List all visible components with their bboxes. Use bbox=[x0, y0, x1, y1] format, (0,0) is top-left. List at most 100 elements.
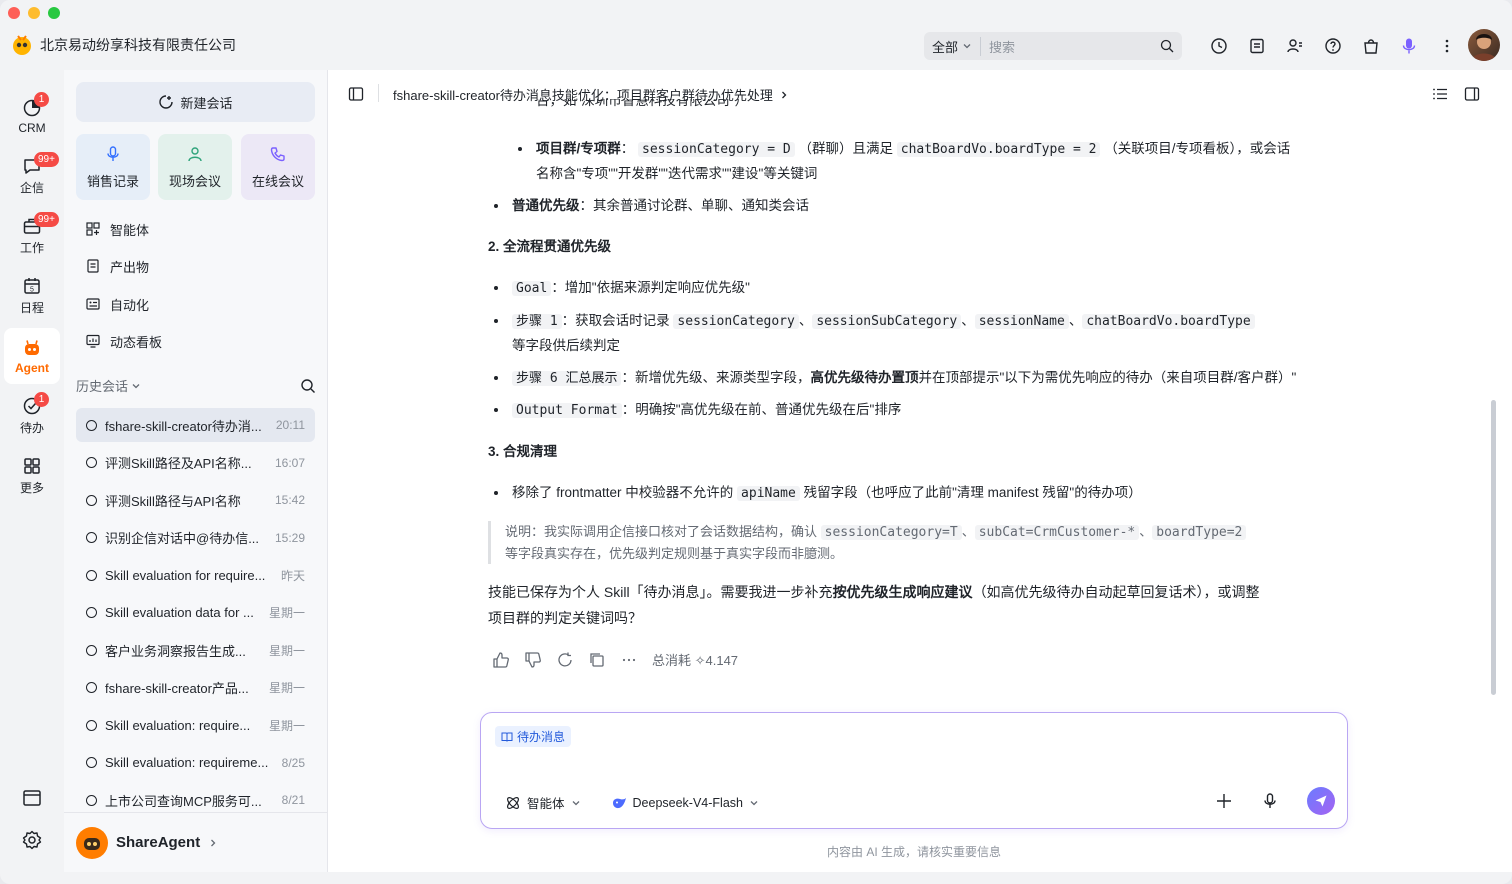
app-logo-icon bbox=[13, 35, 31, 55]
rail-more[interactable]: 更多 bbox=[4, 448, 60, 504]
content-scrollbar[interactable] bbox=[1491, 400, 1496, 695]
global-search[interactable]: 全部 搜索 bbox=[924, 32, 1182, 60]
contacts-icon[interactable] bbox=[1276, 32, 1314, 60]
regenerate-icon[interactable] bbox=[556, 651, 574, 669]
history-icon[interactable] bbox=[1200, 32, 1238, 60]
rail-messenger[interactable]: 企信 99+ bbox=[4, 148, 60, 204]
title-bar: 北京易动纷享科技有限责任公司 全部 搜索 bbox=[0, 0, 1512, 70]
zoom-window-button[interactable] bbox=[48, 7, 60, 19]
notes-icon[interactable] bbox=[1238, 32, 1276, 60]
new-chat-icon bbox=[159, 95, 174, 109]
close-window-button[interactable] bbox=[8, 7, 20, 19]
right-panel-icon[interactable] bbox=[1464, 86, 1480, 102]
chevron-down-icon bbox=[132, 383, 140, 388]
chat-main: fshare-skill-creator待办消息技能优化：项目群客户群待办优先处… bbox=[328, 70, 1512, 872]
history-item[interactable]: 客户业务洞察报告生成... 星期一 bbox=[76, 633, 315, 667]
history-title: 评测Skill路径与API名称 bbox=[105, 493, 241, 509]
history-title: 上市公司查询MCP服务可... bbox=[105, 793, 262, 809]
minimize-window-button[interactable] bbox=[28, 7, 40, 19]
microphone-icon[interactable] bbox=[1261, 792, 1279, 810]
chevron-down-icon bbox=[963, 44, 971, 49]
copy-icon[interactable] bbox=[588, 651, 606, 669]
history-time: 8/21 bbox=[281, 793, 305, 807]
settings-gear-icon[interactable] bbox=[20, 828, 44, 852]
help-icon[interactable] bbox=[1314, 32, 1352, 60]
ai-disclaimer: 内容由 AI 生成，请核实重要信息 bbox=[827, 845, 1002, 859]
online-meeting-button[interactable]: 在线会议 bbox=[241, 134, 315, 200]
token-cost: 总消耗 ✧4.147 bbox=[652, 653, 739, 668]
voice-assistant-icon[interactable] bbox=[1390, 32, 1428, 60]
todo-badge: 1 bbox=[34, 392, 49, 407]
rail-todo[interactable]: 待办 1 bbox=[4, 388, 60, 444]
more-menu-icon[interactable] bbox=[1428, 32, 1466, 60]
composer-actions bbox=[1215, 787, 1335, 815]
nav-automation[interactable]: 自动化 bbox=[86, 292, 149, 316]
svg-text:5: 5 bbox=[30, 287, 34, 294]
store-icon[interactable] bbox=[1352, 32, 1390, 60]
send-button[interactable] bbox=[1307, 787, 1335, 815]
chat-bubble-icon bbox=[86, 494, 97, 506]
rail-agent[interactable]: Agent bbox=[4, 328, 60, 384]
search-input[interactable]: 搜索 bbox=[989, 37, 1160, 56]
list-view-icon[interactable] bbox=[1432, 86, 1448, 102]
history-item[interactable]: Skill evaluation: requireme... 8/25 bbox=[76, 746, 315, 780]
chat-bubble-icon bbox=[86, 607, 97, 618]
history-item[interactable]: 评测Skill路径及API名称... 16:07 bbox=[76, 446, 315, 480]
history-item[interactable]: 识别企信对话中@待办信... 15:29 bbox=[76, 521, 315, 555]
history-item[interactable]: Skill evaluation for require... 昨天 bbox=[76, 558, 315, 592]
history-time: 星期一 bbox=[268, 643, 305, 658]
plus-icon[interactable] bbox=[1215, 792, 1233, 810]
search-history-icon[interactable] bbox=[300, 378, 316, 394]
toggle-sidebar-icon[interactable] bbox=[348, 86, 364, 102]
history-time: 15:29 bbox=[274, 530, 305, 545]
history-item[interactable]: fshare-skill-creator产品... 星期一 bbox=[76, 671, 315, 705]
chevron-down-icon bbox=[750, 800, 758, 805]
share-agent-profile[interactable]: ShareAgent bbox=[64, 812, 327, 872]
history-title: 评测Skill路径及API名称... bbox=[105, 456, 252, 471]
calendar-icon: 5 bbox=[24, 278, 40, 294]
history-item[interactable]: Skill evaluation: require... 星期一 bbox=[76, 708, 315, 742]
history-time: 15:42 bbox=[274, 493, 305, 507]
search-icon[interactable] bbox=[1160, 39, 1174, 53]
send-icon bbox=[1315, 795, 1327, 807]
history-item[interactable]: Skill evaluation data for ... 星期一 bbox=[76, 596, 315, 630]
list-item: 项目群/专项群： sessionCategory = D （群聊）且满足 cha… bbox=[514, 137, 1334, 186]
history-item[interactable]: fshare-skill-creator待办消... 20:11 bbox=[76, 408, 315, 442]
chat-bubble-icon bbox=[86, 757, 97, 768]
history-filter[interactable]: 历史会话 bbox=[76, 376, 141, 395]
thumbs-up-icon[interactable] bbox=[492, 651, 510, 669]
model-select[interactable]: Deepseek-V4-Flash bbox=[611, 795, 759, 811]
sales-record-button[interactable]: 销售记录 bbox=[76, 134, 150, 200]
messenger-badge: 99+ bbox=[34, 152, 59, 167]
note-blockquote: 说明：我实际调用企信接口核对了会话数据结构，确认 sessionCategory… bbox=[488, 521, 1318, 564]
list-item: 普通优先级：其余普通讨论群、单聊、通知类会话 bbox=[490, 194, 809, 218]
thumbs-down-icon[interactable] bbox=[524, 651, 542, 669]
section-heading: 3. 合规清理 bbox=[488, 444, 558, 459]
history-title: fshare-skill-creator产品... bbox=[105, 681, 249, 696]
skill-tag[interactable]: 待办消息 bbox=[495, 726, 572, 747]
chat-bubble-icon bbox=[86, 532, 97, 543]
agent-select[interactable]: 智能体 bbox=[505, 793, 581, 812]
user-avatar[interactable] bbox=[1468, 29, 1500, 61]
history-item[interactable]: 评测Skill路径与API名称 15:42 bbox=[76, 483, 315, 517]
new-chat-button[interactable]: 新建会话 bbox=[76, 82, 315, 122]
nav-outputs[interactable]: 产出物 bbox=[86, 254, 149, 278]
rail-calendar[interactable]: 5 日程 bbox=[4, 268, 60, 324]
message-composer[interactable]: 待办消息 智能体 Deepseek-V4-Flash bbox=[480, 712, 1348, 829]
more-actions-icon[interactable] bbox=[620, 651, 638, 669]
chat-bubble-icon bbox=[86, 719, 97, 731]
list-item: Goal ：增加"依据来源判定响应优先级" bbox=[490, 276, 750, 301]
message-actions: 总消耗 ✧4.147 bbox=[492, 650, 738, 669]
nav-agents[interactable]: 智能体 bbox=[86, 217, 149, 241]
nav-dashboard[interactable]: 动态看板 bbox=[86, 329, 162, 353]
rail-crm[interactable]: CRM 1 bbox=[4, 88, 60, 144]
rail-work[interactable]: 工作 99+ bbox=[4, 208, 60, 264]
crm-badge: 1 bbox=[34, 92, 49, 107]
company-switcher[interactable]: 北京易动纷享科技有限责任公司 bbox=[12, 34, 236, 56]
search-scope-select[interactable]: 全部 bbox=[932, 36, 982, 56]
grid-icon bbox=[24, 458, 40, 474]
history-header: 历史会话 bbox=[76, 376, 316, 395]
onsite-meeting-button[interactable]: 现场会议 bbox=[158, 134, 232, 200]
history-time: 星期一 bbox=[268, 681, 305, 695]
layout-panel-icon[interactable] bbox=[20, 786, 44, 810]
